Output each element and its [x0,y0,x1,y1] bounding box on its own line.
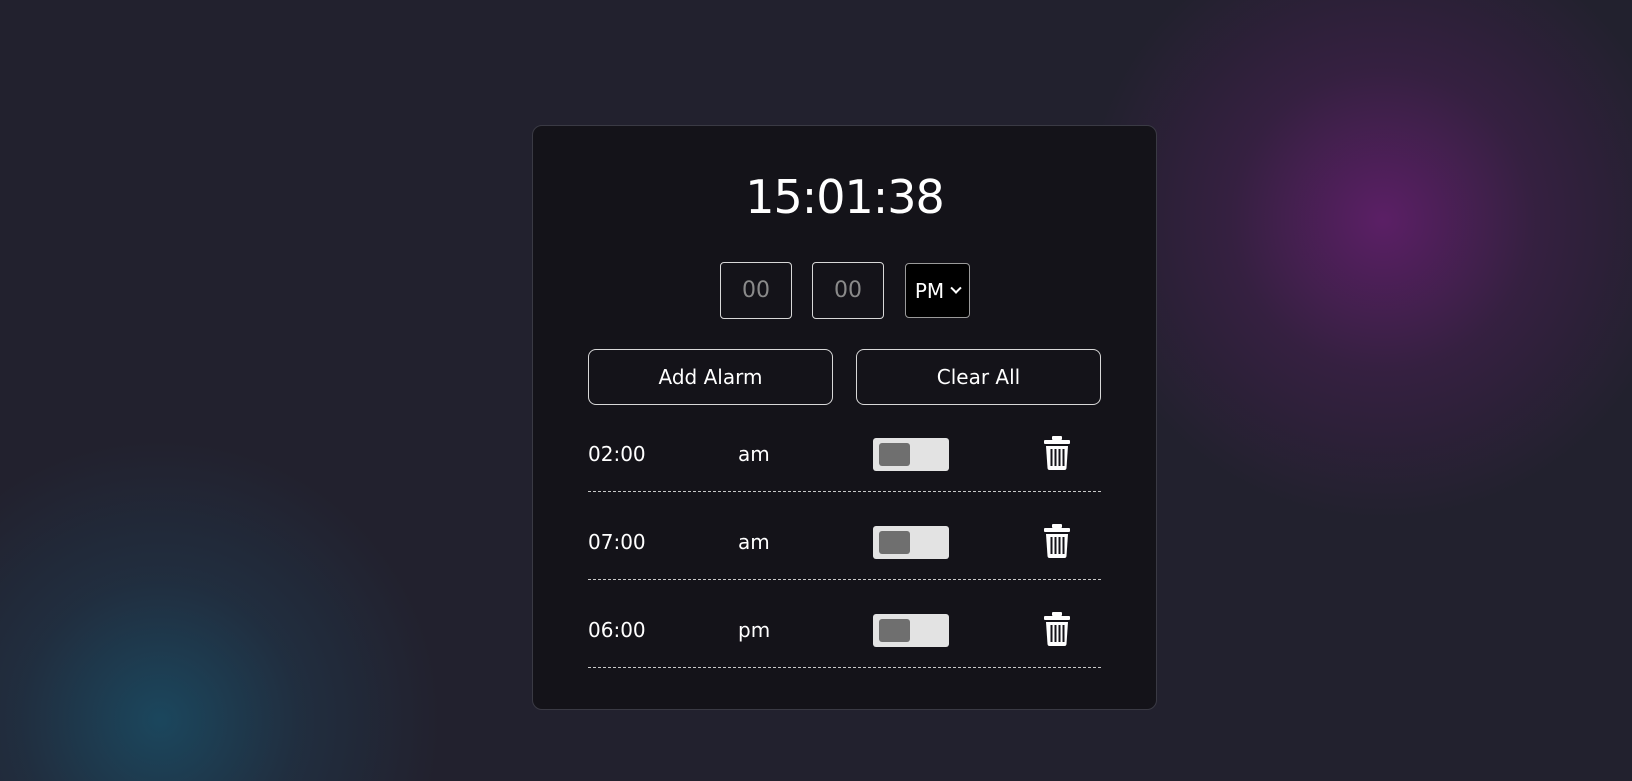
alarm-time: 06:00 [588,618,646,642]
clear-all-button[interactable]: Clear All [856,349,1101,405]
alarm-period: am [738,530,770,554]
trash-icon[interactable] [1043,612,1071,646]
alarm-period: pm [738,618,771,642]
minute-input[interactable] [812,262,884,319]
chevron-down-icon [950,282,962,294]
alarm-row: 07:00 am [588,510,1101,580]
trash-icon[interactable] [1043,436,1071,470]
trash-icon[interactable] [1043,524,1071,558]
am-pm-select[interactable]: PM [905,263,970,318]
alarm-toggle[interactable] [873,438,949,471]
current-time-display: 15:01:38 [745,170,945,224]
alarm-card: 15:01:38 PM Add Alarm Clear All 02:00 am… [532,125,1157,710]
alarm-time: 02:00 [588,442,646,466]
alarm-row: 02:00 am [588,422,1101,492]
add-alarm-button[interactable]: Add Alarm [588,349,833,405]
alarm-toggle[interactable] [873,614,949,647]
toggle-knob [879,443,910,466]
alarm-row: 06:00 pm [588,598,1101,668]
hour-input[interactable] [720,262,792,319]
am-pm-selected-value: PM [914,278,945,303]
toggle-knob [879,531,910,554]
alarm-toggle[interactable] [873,526,949,559]
alarm-time: 07:00 [588,530,646,554]
alarm-period: am [738,442,770,466]
toggle-knob [879,619,910,642]
